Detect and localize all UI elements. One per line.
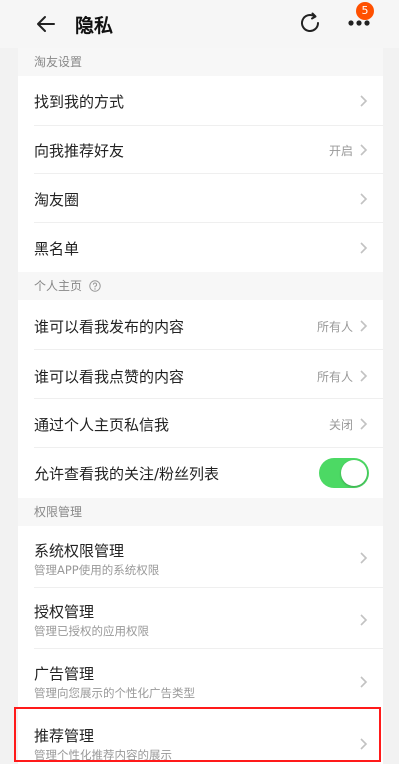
refresh-icon[interactable] (297, 10, 323, 36)
follow-list-toggle[interactable] (319, 458, 369, 488)
row-taoyou-circle[interactable]: 淘友圈 (18, 174, 383, 223)
row-label: 向我推荐好友 (34, 142, 125, 160)
toggle-knob (341, 460, 367, 486)
section-title: 淘友设置 (34, 55, 83, 69)
privacy-page: 隐私 5 淘友设置 找到我的方式 向我推荐好友 开启 淘友圈 黑名单 个人主页 … (0, 0, 399, 764)
chevron-right-icon (360, 95, 368, 107)
row-value: 开启 (328, 144, 353, 158)
row-authorization[interactable]: 授权管理 管理已授权的应用权限 (18, 588, 383, 649)
row-label: 找到我的方式 (34, 93, 125, 111)
row-label: 淘友圈 (34, 191, 80, 209)
row-ad-management[interactable]: 广告管理 管理向您展示的个性化广告类型 (18, 649, 383, 709)
section-title: 权限管理 (34, 505, 83, 519)
help-icon[interactable] (89, 279, 101, 292)
back-arrow-icon[interactable] (34, 12, 58, 36)
chevron-right-icon (360, 614, 368, 626)
highlight-box (14, 707, 381, 762)
row-follow-list: 允许查看我的关注/粉丝列表 (18, 448, 383, 498)
row-label: 广告管理 (34, 665, 95, 683)
chevron-right-icon (360, 552, 368, 564)
row-value: 所有人 (316, 320, 353, 334)
notification-badge: 5 (356, 2, 374, 20)
chevron-right-icon (360, 144, 368, 156)
row-label: 谁可以看我点赞的内容 (34, 368, 185, 386)
top-bar: 隐私 5 (0, 0, 399, 48)
row-who-likes[interactable]: 谁可以看我点赞的内容 所有人 (18, 350, 383, 399)
row-label: 谁可以看我发布的内容 (34, 318, 185, 336)
section-header-homepage: 个人主页 (18, 272, 383, 300)
row-value: 所有人 (316, 370, 353, 384)
chevron-right-icon (360, 193, 368, 205)
chevron-right-icon (360, 676, 368, 688)
row-blacklist[interactable]: 黑名单 (18, 223, 383, 272)
row-label: 系统权限管理 (34, 542, 125, 560)
chevron-right-icon (360, 320, 368, 332)
chevron-right-icon (360, 242, 368, 254)
page-title: 隐私 (75, 15, 114, 37)
chevron-right-icon (360, 418, 368, 430)
section-header-permissions: 权限管理 (18, 498, 383, 526)
row-subtitle: 管理APP使用的系统权限 (34, 563, 160, 577)
row-label: 通过个人主页私信我 (34, 416, 170, 434)
row-label: 授权管理 (34, 603, 95, 621)
row-recommend-friends[interactable]: 向我推荐好友 开启 (18, 126, 383, 174)
row-subtitle: 管理向您展示的个性化广告类型 (34, 686, 195, 700)
row-dm-homepage[interactable]: 通过个人主页私信我 关闭 (18, 399, 383, 448)
chevron-right-icon (360, 370, 368, 382)
row-value: 关闭 (328, 418, 353, 432)
row-system-permissions[interactable]: 系统权限管理 管理APP使用的系统权限 (18, 526, 383, 588)
section-header-taoyou: 淘友设置 (18, 48, 383, 76)
row-find-me[interactable]: 找到我的方式 (18, 76, 383, 126)
section-title: 个人主页 (34, 279, 83, 293)
row-label: 允许查看我的关注/粉丝列表 (34, 465, 220, 483)
row-label: 黑名单 (34, 240, 80, 258)
row-who-posts[interactable]: 谁可以看我发布的内容 所有人 (18, 300, 383, 350)
row-subtitle: 管理已授权的应用权限 (34, 624, 149, 638)
